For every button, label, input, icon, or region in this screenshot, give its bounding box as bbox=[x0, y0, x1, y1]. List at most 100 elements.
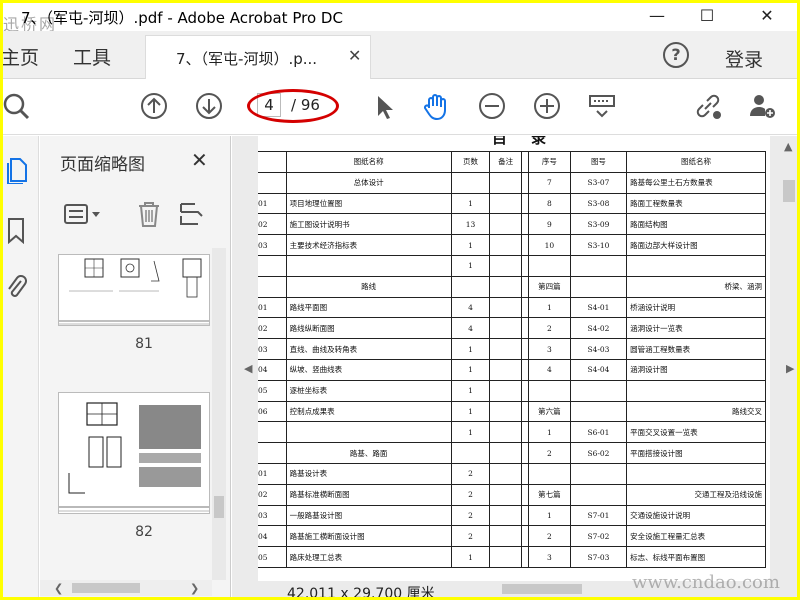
table-cell: 平面搭接设计图 bbox=[626, 442, 766, 464]
table-cell bbox=[285, 421, 452, 444]
table-cell: 2 bbox=[528, 525, 571, 548]
panel-toolbar bbox=[40, 192, 231, 238]
table-cell bbox=[258, 442, 287, 464]
window-title: 7、（军屯-河坝）.pdf - Adobe Acrobat Pro DC bbox=[21, 9, 343, 27]
toc-body: 总体设计 7 S3-07 路基每公里土石方数量表 01 项目地理位置图 1 8 S3-08 路面工… bbox=[258, 171, 766, 568]
delete-page-icon[interactable] bbox=[136, 200, 162, 228]
panel-vertical-scrollbar[interactable] bbox=[212, 248, 226, 580]
scroll-right-arrow-icon[interactable]: ❯ bbox=[190, 582, 199, 595]
table-cell: 01 bbox=[258, 296, 287, 319]
page-size-label: 42.011 x 29.700 厘米 bbox=[287, 586, 435, 597]
table-cell: 一般路基设计图 bbox=[285, 504, 452, 527]
table-cell: S3-09 bbox=[569, 213, 628, 236]
thumbnail-drawing-82 bbox=[59, 402, 209, 512]
document-vertical-scrollbar[interactable]: ▲ ▶ bbox=[781, 136, 797, 581]
table-gap bbox=[521, 504, 530, 527]
next-page-icon[interactable] bbox=[194, 91, 224, 121]
table-cell: S4-04 bbox=[569, 358, 628, 381]
table-cell: 02 bbox=[258, 213, 287, 236]
table-cell bbox=[489, 504, 523, 527]
table-cell bbox=[489, 442, 523, 464]
table-cell: 路基标准横断面图 bbox=[285, 483, 452, 506]
options-menu-icon[interactable] bbox=[64, 202, 104, 226]
document-hscroll-thumb[interactable] bbox=[502, 584, 582, 594]
thumbnail-page-number: 81 bbox=[135, 336, 153, 352]
panel-hscroll-thumb[interactable] bbox=[72, 583, 140, 593]
table-gap bbox=[521, 358, 530, 381]
page-thumbnail-82[interactable] bbox=[58, 392, 210, 514]
table-gap bbox=[521, 254, 530, 277]
share-link-icon[interactable] bbox=[693, 91, 723, 121]
pdf-page: 目录 图纸名称 页数 备注 序号 图号 图纸名称 总体设计 7 S3-07 路基每公里… bbox=[258, 136, 770, 581]
table-cell: 路基施工横断面设计图 bbox=[285, 525, 452, 548]
zoom-in-icon[interactable] bbox=[532, 91, 562, 121]
header-cell: 图号 bbox=[569, 151, 628, 173]
table-cell bbox=[285, 254, 452, 277]
table-cell bbox=[569, 483, 628, 506]
tab-home[interactable]: 主页 bbox=[3, 43, 39, 70]
document-scroll-thumb[interactable] bbox=[783, 180, 795, 202]
table-cell: 8 bbox=[528, 192, 571, 215]
next-page-arrow-icon[interactable]: ▶ bbox=[786, 362, 794, 375]
table-cell: 1 bbox=[450, 254, 491, 277]
table-cell: 1 bbox=[450, 192, 491, 215]
table-cell: S4-01 bbox=[569, 296, 628, 319]
attachments-icon[interactable] bbox=[5, 272, 27, 302]
table-cell bbox=[528, 254, 571, 277]
table-cell: 2 bbox=[528, 317, 571, 340]
table-cell bbox=[489, 421, 523, 444]
table-cell bbox=[489, 525, 523, 548]
panel-close-icon[interactable]: ✕ bbox=[191, 148, 208, 172]
zoom-out-icon[interactable] bbox=[477, 91, 507, 121]
tab-tools[interactable]: 工具 bbox=[73, 43, 111, 70]
maximize-button[interactable]: ☐ bbox=[687, 3, 727, 31]
previous-page-icon[interactable] bbox=[139, 91, 169, 121]
bookmarks-icon[interactable] bbox=[5, 216, 27, 244]
scroll-up-arrow-icon[interactable]: ▲ bbox=[784, 140, 792, 153]
previous-page-arrow-icon[interactable]: ◀ bbox=[244, 362, 252, 375]
header-cell: 备注 bbox=[489, 151, 523, 173]
thumbnail-drawing-81 bbox=[59, 258, 209, 325]
panel-title: 页面缩略图 bbox=[60, 155, 145, 175]
login-button[interactable]: 登录 bbox=[725, 45, 763, 72]
table-cell: 1 bbox=[450, 546, 491, 568]
table-cell bbox=[489, 358, 523, 381]
table-cell bbox=[569, 254, 628, 277]
page-thumbnails-panel: 页面缩略图 ✕ 81 82 ❮ ❯ bbox=[40, 136, 231, 597]
hand-tool-icon[interactable] bbox=[421, 91, 451, 121]
tab-document[interactable]: 7、（军屯-河坝）.p... ✕ bbox=[145, 35, 371, 79]
watermark-url: www.cndao.com bbox=[632, 572, 780, 593]
table-cell: 1 bbox=[528, 504, 571, 527]
table-cell: 4 bbox=[450, 317, 491, 340]
table-cell bbox=[489, 254, 523, 277]
select-cursor-icon[interactable] bbox=[369, 91, 399, 121]
table-cell: 2 bbox=[450, 504, 491, 527]
table-cell bbox=[489, 338, 523, 360]
scroll-left-arrow-icon[interactable]: ❮ bbox=[54, 582, 63, 595]
table-cell: 03 bbox=[258, 234, 287, 256]
table-cell bbox=[569, 400, 628, 423]
close-window-button[interactable]: ✕ bbox=[747, 3, 787, 31]
table-cell: 第四篇 bbox=[528, 275, 571, 298]
table-cell: 2 bbox=[450, 483, 491, 506]
panel-horizontal-scrollbar[interactable]: ❮ ❯ bbox=[40, 580, 212, 596]
page-display-icon[interactable] bbox=[587, 91, 617, 121]
table-cell bbox=[626, 462, 766, 485]
minimize-button[interactable]: — bbox=[637, 3, 677, 31]
header-cell: 图纸名称 bbox=[285, 151, 452, 173]
page-thumbnails-icon[interactable] bbox=[5, 156, 29, 184]
close-tab-icon[interactable]: ✕ bbox=[348, 46, 361, 65]
table-cell: 05 bbox=[258, 379, 287, 402]
search-icon[interactable] bbox=[3, 91, 33, 121]
table-cell: 4 bbox=[450, 296, 491, 319]
document-view[interactable]: ◀ 目录 图纸名称 页数 备注 序号 图号 图纸名称 总体设计 7 S3-07 路基每… bbox=[232, 136, 797, 597]
panel-scroll-thumb[interactable] bbox=[214, 496, 224, 518]
add-user-icon[interactable] bbox=[747, 91, 777, 121]
table-cell: 01 bbox=[258, 192, 287, 215]
table-cell: S3-08 bbox=[569, 192, 628, 215]
help-icon[interactable]: ? bbox=[663, 42, 689, 68]
page-thumbnail-81[interactable] bbox=[58, 254, 210, 326]
rotate-page-icon[interactable] bbox=[178, 200, 206, 228]
table-cell: 总体设计 bbox=[285, 171, 452, 194]
table-cell: 7 bbox=[528, 171, 571, 194]
